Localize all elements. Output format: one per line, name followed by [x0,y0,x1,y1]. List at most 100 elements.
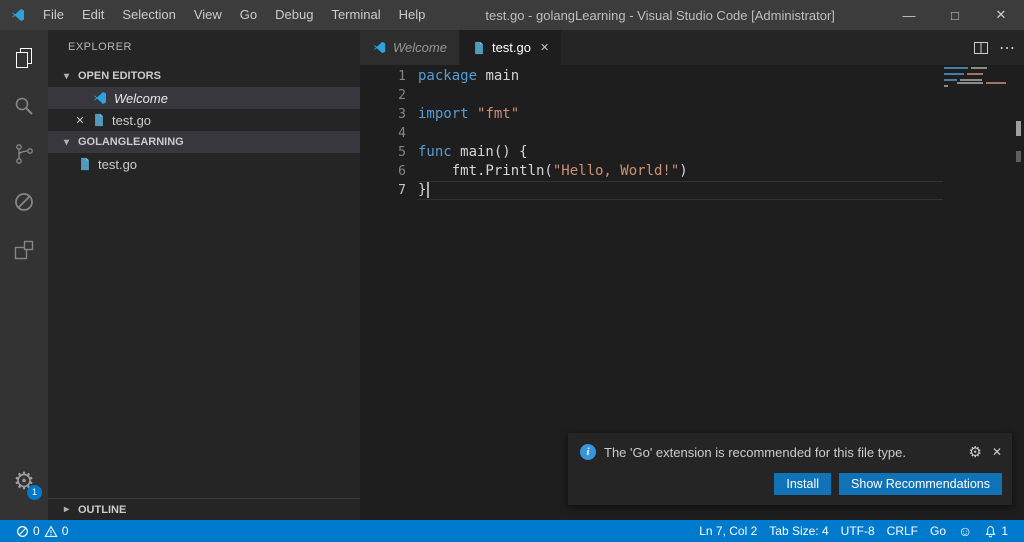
tab-welcome-label: Welcome [393,40,447,55]
vscode-logo-icon [94,92,106,104]
menu-terminal[interactable]: Terminal [322,0,389,30]
code-token: ) [679,163,688,179]
encoding-indicator[interactable]: UTF-8 [835,524,881,538]
notification-message: The 'Go' extension is recommended for th… [604,444,906,460]
cursor-position[interactable]: Ln 7, Col 2 [693,524,763,538]
menu-edit[interactable]: Edit [73,0,113,30]
more-actions-icon[interactable]: ⋯ [999,38,1016,58]
error-count: 0 [33,524,40,538]
code-token: fmt.Println( [418,163,553,179]
code-line: 3 import "fmt" [360,105,1024,124]
tree-item-testgo[interactable]: test.go [48,153,360,175]
editor-actions: ⋯ [973,30,1024,65]
tab-testgo-label: test.go [491,40,531,55]
source-control-icon[interactable] [0,130,48,178]
code-token: "fmt" [477,106,520,122]
text-cursor [427,182,430,198]
menu-selection[interactable]: Selection [113,0,184,30]
warning-icon [44,525,58,537]
menu-file[interactable]: File [34,0,73,30]
eol-indicator[interactable]: CRLF [881,524,924,538]
overview-ruler-mark [1016,121,1021,136]
chevron-down-icon: ▾ [64,136,70,148]
code-token: main() { [451,144,528,160]
explorer-sidebar: EXPLORER ▾ OPEN EDITORS Welcome ✕ test.g… [48,30,360,520]
vscode-logo-icon [12,9,24,21]
open-editor-welcome-label: Welcome [114,90,168,106]
language-mode[interactable]: Go [924,524,952,538]
tree-item-testgo-label: test.go [98,156,138,172]
line-number: 1 [398,69,406,84]
window-controls: — □ ✕ [886,0,1024,30]
code-token: } [418,182,427,198]
menu-debug[interactable]: Debug [266,0,322,30]
maximize-button[interactable]: □ [932,0,978,30]
settings-badge: 1 [27,485,42,500]
show-recommendations-button[interactable]: Show Recommendations [839,473,1002,495]
tab-close-icon[interactable]: ✕ [540,41,549,54]
problems-indicator[interactable]: 0 0 [10,524,74,538]
minimize-button[interactable]: — [886,0,932,30]
bell-icon [985,525,996,537]
close-editor-icon[interactable]: ✕ [72,114,88,127]
chevron-down-icon: ▾ [64,70,70,82]
tab-size-indicator[interactable]: Tab Size: 4 [763,524,834,538]
menu-help[interactable]: Help [390,0,435,30]
tab-testgo[interactable]: test.go ✕ [459,30,563,65]
line-number: 4 [398,126,406,141]
menu-view[interactable]: View [185,0,231,30]
line-number: 6 [398,164,406,179]
code-token: main [477,68,520,84]
chevron-right-icon: ▸ [64,504,70,515]
go-file-icon [81,157,89,171]
notifications-bell[interactable]: 1 [978,524,1014,538]
open-editor-item-testgo[interactable]: ✕ test.go [48,109,360,131]
menu-go[interactable]: Go [231,0,266,30]
line-number: 2 [398,88,406,103]
feedback-smiley-icon[interactable]: ☺ [952,523,978,539]
debug-icon[interactable] [0,178,48,226]
split-editor-icon[interactable] [973,40,989,56]
overview-ruler-mark [1016,151,1021,162]
install-button[interactable]: Install [774,473,832,495]
code-line: 1 package main [360,67,1024,86]
tab-welcome[interactable]: Welcome [360,30,460,65]
code-token: func [418,144,452,160]
line-number: 5 [398,145,406,160]
code-token: import [418,106,478,122]
activity-bar: ⚙ 1 [0,30,48,520]
code-line: 4 [360,124,1024,143]
error-icon [17,525,28,537]
code-line: 2 [360,86,1024,105]
tab-bar: Welcome test.go ✕ ⋯ [360,30,1024,65]
line-number: 3 [398,107,406,122]
settings-gear-icon[interactable]: ⚙ 1 [0,467,48,500]
extensions-icon[interactable] [0,226,48,274]
notification-toast: i The 'Go' extension is recommended for … [568,433,1012,505]
folder-header-golanglearning[interactable]: ▾ GOLANGLEARNING [48,131,360,153]
open-editor-testgo-label: test.go [112,112,152,128]
open-editors-label: OPEN EDITORS [78,70,161,82]
warning-count: 0 [61,524,69,538]
open-editor-item-welcome[interactable]: Welcome [48,87,360,109]
notification-gear-icon[interactable]: ⚙ [968,443,981,461]
go-file-icon [475,41,483,54]
sidebar-title: EXPLORER [68,41,132,53]
code-line-current: 7 } [360,181,1024,200]
outline-section-header[interactable]: ▸ OUTLINE [48,498,360,520]
folder-label: GOLANGLEARNING [78,136,184,148]
close-button[interactable]: ✕ [978,0,1024,30]
outline-label: OUTLINE [78,503,127,516]
open-editors-header[interactable]: ▾ OPEN EDITORS [48,65,360,87]
code-line: 6 fmt.Println("Hello, World!") [360,162,1024,181]
explorer-icon[interactable] [0,34,48,82]
code-line: 5 func main() { [360,143,1024,162]
code-token: "Hello, World!" [552,163,680,179]
vscode-window: File Edit Selection View Go Debug Termin… [0,0,1024,542]
notification-close-icon[interactable]: ✕ [992,445,1002,459]
bell-count: 1 [1001,524,1008,538]
vscode-logo-icon [373,41,386,54]
titlebar: File Edit Selection View Go Debug Termin… [0,0,1024,30]
minimap[interactable] [944,67,1010,88]
search-icon[interactable] [0,82,48,130]
